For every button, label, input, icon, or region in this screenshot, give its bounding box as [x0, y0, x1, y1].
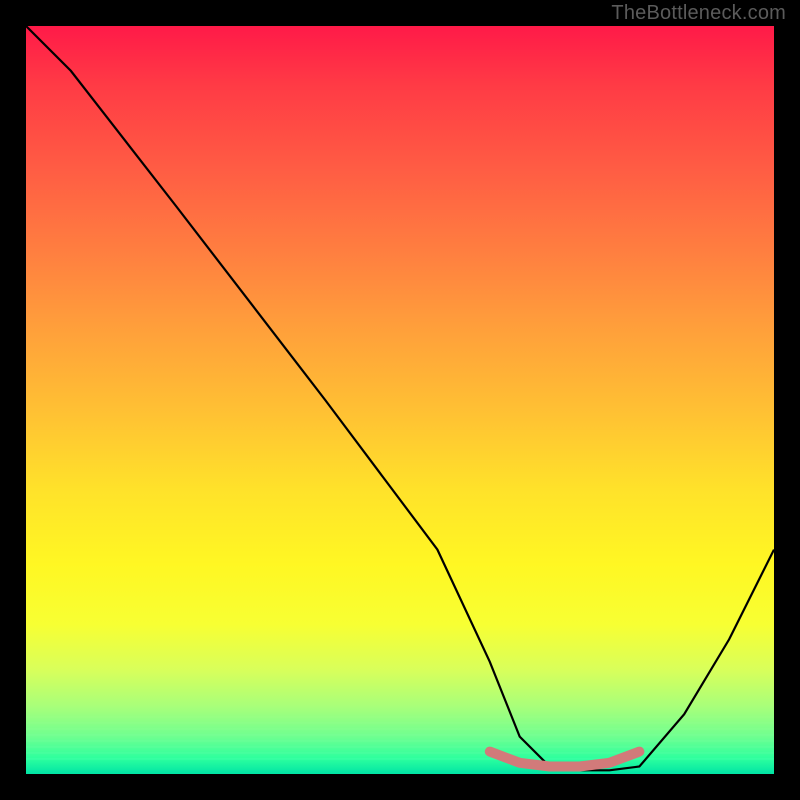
chart-plot-area: [26, 26, 774, 774]
page-root: TheBottleneck.com: [0, 0, 800, 800]
site-watermark: TheBottleneck.com: [611, 2, 786, 25]
bottleneck-gradient-bg: [26, 26, 774, 774]
